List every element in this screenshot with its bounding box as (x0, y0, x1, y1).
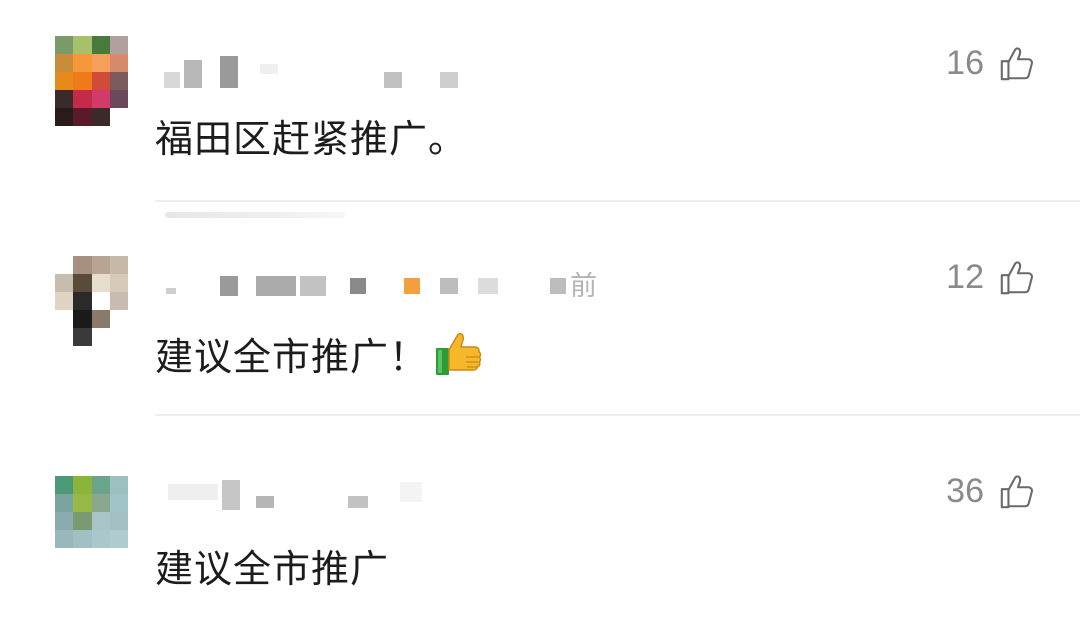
avatar-mosaic-cell (55, 108, 74, 126)
avatar-mosaic-cell (91, 90, 110, 108)
avatar-mosaic-cell (73, 310, 92, 328)
thumbs-up-outline-icon (1000, 46, 1033, 80)
avatar-mosaic-cell (55, 274, 74, 292)
avatar-mosaic-cell (109, 256, 128, 274)
avatar-mosaic-cell (109, 328, 128, 346)
comment-text: 福田区赶紧推广。 (155, 117, 468, 161)
avatar-mosaic-cell (55, 54, 74, 72)
comment-text-content: 建议全市推广！ (155, 335, 429, 379)
avatar[interactable] (55, 256, 128, 346)
avatar-mosaic-cell (91, 494, 110, 512)
avatar-mosaic-cell (55, 328, 74, 346)
like-button[interactable]: 12 (946, 258, 1036, 297)
avatar-mosaic-cell (91, 108, 110, 126)
thumbs-up-outline-icon (1000, 260, 1033, 294)
avatar-mosaic-cell (73, 512, 92, 530)
comment-text: 建议全市推广！ (155, 326, 484, 381)
avatar-mosaic-cell (55, 530, 74, 548)
avatar-mosaic-cell (55, 256, 74, 274)
avatar-mosaic-cell (73, 292, 92, 310)
avatar-mosaic-cell (73, 108, 92, 126)
comment-item: 前 建议全市推广！ 12 (0, 202, 1080, 415)
username-redacted[interactable] (160, 476, 430, 510)
avatar-mosaic-cell (55, 310, 74, 328)
thumbs-up-emoji-icon (436, 333, 482, 375)
avatar-mosaic-cell (91, 256, 110, 274)
avatar-mosaic-cell (55, 512, 74, 530)
avatar[interactable] (55, 36, 128, 126)
like-count: 16 (946, 44, 984, 82)
avatar-mosaic-cell (73, 72, 92, 90)
avatar-mosaic-cell (73, 54, 92, 72)
avatar-mosaic-cell (91, 274, 110, 292)
avatar-mosaic-cell (109, 494, 128, 512)
avatar-mosaic-cell (91, 476, 110, 494)
comment-text: 建议全市推广 (155, 547, 390, 591)
avatar-mosaic-cell (55, 90, 74, 108)
avatar-mosaic-cell (109, 90, 128, 108)
avatar-mosaic-cell (55, 292, 74, 310)
like-count: 36 (946, 472, 984, 510)
avatar-mosaic-cell (73, 256, 92, 274)
avatar-mosaic-cell (91, 512, 110, 530)
avatar-mosaic-cell (109, 274, 128, 292)
avatar-mosaic-cell (91, 328, 110, 346)
avatar-mosaic-cell (55, 72, 74, 90)
username-redacted[interactable] (160, 50, 480, 88)
comment-item: 福田区赶紧推广。 16 (0, 0, 1080, 200)
timestamp-suffix: 前 (570, 271, 597, 302)
avatar-mosaic-cell (91, 54, 110, 72)
avatar-mosaic-cell (109, 310, 128, 328)
avatar-mosaic-cell (55, 36, 74, 54)
avatar-mosaic-cell (91, 72, 110, 90)
avatar[interactable] (55, 476, 128, 548)
thumbs-up-outline-icon (1000, 474, 1033, 508)
avatar-mosaic-cell (109, 512, 128, 530)
username-redacted[interactable] (160, 266, 566, 296)
avatar-mosaic-cell (91, 292, 110, 310)
avatar-mosaic-cell (91, 310, 110, 328)
like-button[interactable]: 36 (946, 472, 1036, 511)
avatar-mosaic-cell (73, 328, 92, 346)
avatar-mosaic-cell (73, 274, 92, 292)
avatar-mosaic-cell (109, 292, 128, 310)
avatar-mosaic-cell (73, 494, 92, 512)
avatar-mosaic-cell (109, 36, 128, 54)
avatar-mosaic-cell (109, 72, 128, 90)
comment-item: 建议全市推广 36 (0, 416, 1080, 616)
avatar-mosaic-cell (109, 530, 128, 548)
avatar-mosaic-cell (73, 476, 92, 494)
avatar-mosaic-cell (91, 36, 110, 54)
avatar-mosaic-cell (55, 494, 74, 512)
avatar-mosaic-cell (91, 530, 110, 548)
avatar-mosaic-cell (109, 108, 128, 126)
avatar-mosaic-cell (109, 54, 128, 72)
like-count: 12 (946, 258, 984, 296)
like-button[interactable]: 16 (946, 44, 1036, 83)
avatar-mosaic-cell (73, 530, 92, 548)
avatar-mosaic-cell (73, 90, 92, 108)
avatar-mosaic-cell (109, 476, 128, 494)
avatar-mosaic-cell (55, 476, 74, 494)
avatar-mosaic-cell (73, 36, 92, 54)
